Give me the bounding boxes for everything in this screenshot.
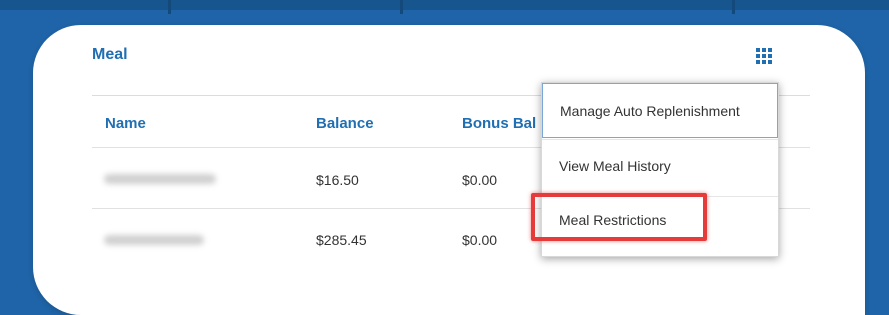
card-title: Meal — [92, 46, 128, 63]
background-divider — [732, 0, 735, 14]
column-header-name[interactable]: Name — [105, 115, 146, 132]
menu-item-view-meal-history[interactable]: View Meal History — [542, 143, 778, 189]
background-divider — [168, 0, 171, 14]
menu-divider — [542, 139, 778, 140]
annotation-highlight-box — [531, 193, 707, 241]
grid-icon[interactable] — [755, 47, 773, 65]
column-header-balance[interactable]: Balance — [316, 115, 374, 132]
bonus-balance-cell: $0.00 — [462, 172, 498, 188]
column-header-bonus-balance[interactable]: Bonus Bal — [462, 115, 536, 132]
bonus-balance-cell: $0.00 — [462, 232, 498, 248]
balance-cell: $16.50 — [316, 172, 359, 188]
background-header-strip — [0, 0, 889, 10]
redacted-name — [104, 174, 216, 184]
redacted-name — [104, 235, 204, 245]
balance-cell: $285.45 — [316, 232, 367, 248]
menu-item-manage-auto-replenishment[interactable]: Manage Auto Replenishment — [542, 83, 778, 138]
background-divider — [400, 0, 403, 14]
